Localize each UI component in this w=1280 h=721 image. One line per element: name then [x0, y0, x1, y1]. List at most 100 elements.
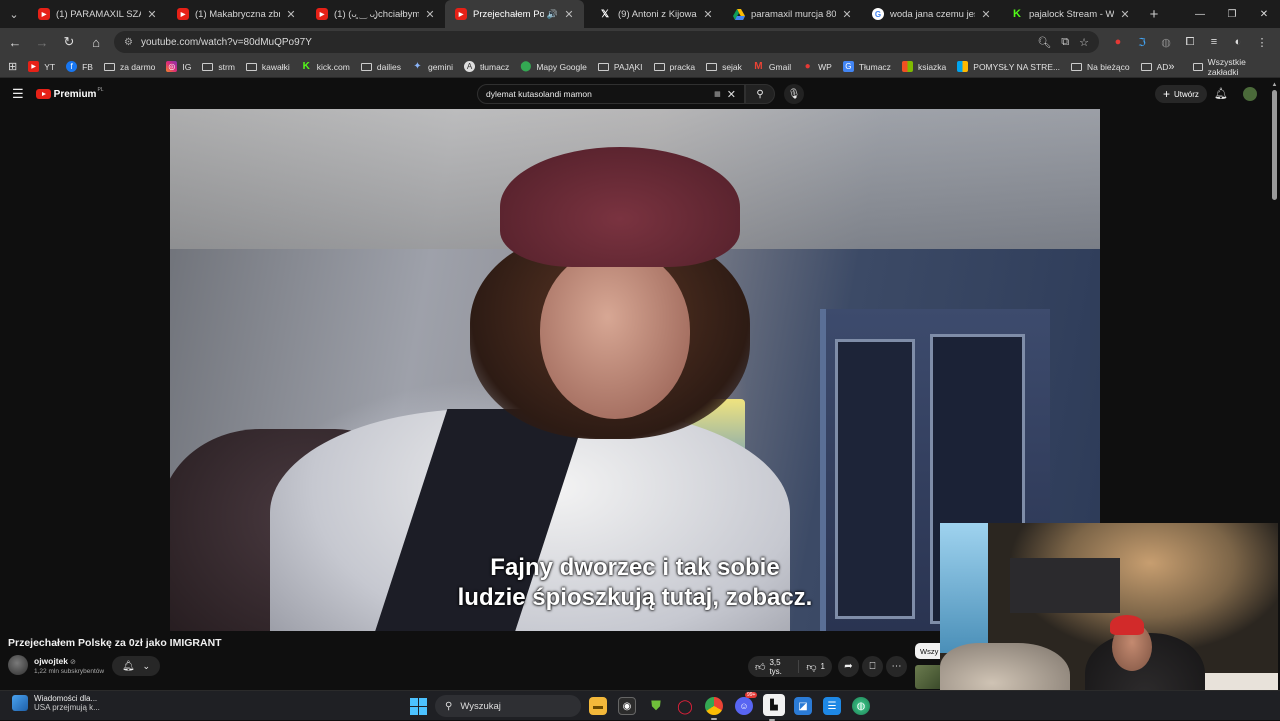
- scroll-up-arrow-icon[interactable]: ▲: [1271, 82, 1278, 88]
- bookmark-pracka[interactable]: pracka: [653, 62, 695, 72]
- record-extension-icon[interactable]: ●: [1111, 35, 1125, 49]
- extensions-puzzle-icon[interactable]: ⧠: [1183, 35, 1197, 49]
- tab-6[interactable]: paramaxil murcja 80%.mp ✕: [723, 0, 862, 28]
- apps-grid-icon[interactable]: ⊞: [8, 60, 17, 73]
- voice-search-mic-icon[interactable]: 🎙︎: [784, 84, 804, 104]
- bookmark-star-icon[interactable]: ☆: [1079, 36, 1089, 49]
- bookmark-kick[interactable]: Kkick.com: [301, 61, 350, 72]
- active-window-icon[interactable]: ▙: [763, 694, 785, 721]
- more-bookmarks-chevron-icon[interactable]: »: [1168, 61, 1174, 73]
- youtube-premium-logo[interactable]: Premium PL: [35, 87, 104, 100]
- minimize-icon[interactable]: —: [1184, 9, 1216, 20]
- tab-search-chevron-icon[interactable]: ⌄: [0, 0, 28, 28]
- browser-menu-icon[interactable]: ⋮: [1255, 35, 1269, 49]
- tab-2[interactable]: ▶ (1) Makabryczna zbrodnia ✕: [167, 0, 306, 28]
- translate-extension-icon[interactable]: ℑ: [1135, 35, 1149, 49]
- bookmark-za-darmo[interactable]: za darmo: [103, 62, 155, 72]
- bookmark-yt[interactable]: ▶ YT: [28, 61, 55, 72]
- cast-icon[interactable]: ⧉: [1061, 36, 1069, 49]
- bookmark-fb[interactable]: f FB: [66, 61, 93, 72]
- bookmark-ad[interactable]: AD: [1140, 62, 1168, 72]
- bookmark-kawalki[interactable]: kawałki: [245, 62, 290, 72]
- bookmark-ig[interactable]: ◎ IG: [166, 61, 191, 72]
- shield-app-icon[interactable]: ⛊: [647, 697, 665, 715]
- bookmark-label: ksiazka: [917, 61, 947, 72]
- news-widget[interactable]: Wiadomości dla... USA przejmują k...: [12, 694, 100, 712]
- bookmark-strm[interactable]: strm: [202, 62, 235, 72]
- notifications-bell-icon[interactable]: 🔔︎: [1214, 87, 1228, 100]
- more-actions-button[interactable]: ⋯: [886, 656, 907, 677]
- home-icon[interactable]: ⌂: [84, 30, 108, 54]
- tab-close-icon[interactable]: ✕: [423, 8, 437, 21]
- reload-icon[interactable]: ↻: [57, 30, 81, 54]
- obs-icon[interactable]: ◉: [618, 697, 636, 715]
- news-headline: USA przejmują k...: [34, 703, 100, 712]
- bookmark-wp[interactable]: ● WP: [802, 61, 832, 72]
- tab-7[interactable]: G woda jana czemu jest taka ✕: [862, 0, 1001, 28]
- chrome-icon[interactable]: [705, 697, 723, 720]
- site-info-icon[interactable]: ⚙: [124, 37, 133, 48]
- file-explorer-icon[interactable]: ▬: [589, 697, 607, 715]
- tab-active-video[interactable]: ▶ Przejechałem Polskę z 🔊 ✕: [445, 0, 584, 28]
- discord-icon[interactable]: ☺: [735, 697, 753, 715]
- profile-avatar-icon[interactable]: ◐: [1231, 35, 1245, 49]
- hamburger-menu-icon[interactable]: ☰: [12, 86, 24, 102]
- share-button[interactable]: ➦: [838, 656, 859, 677]
- audio-playing-icon[interactable]: 🔊: [547, 9, 558, 20]
- back-arrow-icon[interactable]: ←: [3, 30, 27, 54]
- tab-close-icon[interactable]: ✕: [979, 8, 993, 21]
- bookmark-tlumacz-2[interactable]: G Tłumacz: [842, 61, 891, 72]
- tab-close-icon[interactable]: ✕: [562, 8, 576, 21]
- media-controls-icon[interactable]: ≡: [1207, 35, 1221, 49]
- bookmark-gemini[interactable]: ✦ gemini: [412, 61, 453, 72]
- bookmark-gmail[interactable]: M Gmail: [753, 61, 791, 72]
- filter-chip-all[interactable]: Wszy: [915, 643, 943, 659]
- tab-close-icon[interactable]: ✕: [840, 8, 854, 21]
- bookmark-pajaki[interactable]: PAJĄKI: [597, 62, 643, 72]
- tab-1[interactable]: ▶ (1) PARAMAXIL SZALOM | ✕: [28, 0, 167, 28]
- subscription-notifications-button[interactable]: 🔔︎ ⌄: [112, 656, 160, 676]
- address-bar[interactable]: ⚙ youtube.com/watch?v=80dMuQPo97Y 🔍︎ ⧉ ☆: [114, 31, 1099, 53]
- recommended-video-thumbnail[interactable]: [915, 665, 941, 689]
- windows-start-icon[interactable]: [410, 698, 427, 715]
- bookmark-sejak[interactable]: sejak: [706, 62, 742, 72]
- forward-arrow-icon[interactable]: →: [30, 30, 54, 54]
- keyboard-icon[interactable]: ▦: [714, 90, 721, 98]
- tab-3[interactable]: ▶ (1) (ᴗ͈ ‿ ᴗ͈)chciałbym ✕: [306, 0, 445, 28]
- clear-search-icon[interactable]: ✕: [727, 88, 736, 101]
- close-window-icon[interactable]: ✕: [1248, 9, 1280, 20]
- bookmark-tlumacz[interactable]: Atłumacz: [464, 61, 509, 72]
- bookmark-mapy[interactable]: ⬤ Mapy Google: [520, 61, 587, 72]
- photos-icon[interactable]: ◪: [794, 697, 812, 715]
- bookmark-pomysly[interactable]: POMYSŁY NA STRE...: [957, 61, 1060, 72]
- globe-app-icon[interactable]: ◍: [852, 697, 870, 715]
- opera-icon[interactable]: ◯: [676, 697, 694, 715]
- new-tab-button[interactable]: +: [1140, 6, 1168, 23]
- taskbar-search-box[interactable]: ⚲ Wyszukaj: [435, 695, 581, 717]
- tab-5[interactable]: 𝕏 (9) Antoni z Kijowa w serw ✕: [584, 0, 723, 28]
- tab-8[interactable]: K pajalock Stream - Watch ✕: [1001, 0, 1140, 28]
- zoom-search-icon[interactable]: 🔍︎: [1037, 36, 1051, 49]
- create-button[interactable]: + Utwórz: [1155, 85, 1207, 103]
- dislike-button[interactable]: 👎︎ 1: [799, 661, 832, 673]
- save-button[interactable]: ⎕: [862, 656, 883, 677]
- channel-avatar[interactable]: [8, 655, 28, 675]
- folder-icon: [1192, 62, 1203, 71]
- account-avatar[interactable]: [1243, 87, 1257, 101]
- search-button[interactable]: ⚲: [745, 84, 775, 104]
- tab-close-icon[interactable]: ✕: [701, 8, 715, 21]
- channel-name-link[interactable]: ojwojtek ⊘: [34, 656, 76, 666]
- like-button[interactable]: 👍︎ 3,5 tys.: [748, 658, 800, 676]
- bookmark-ksiazka[interactable]: ksiazka: [901, 61, 947, 72]
- restore-icon[interactable]: ❐: [1216, 9, 1248, 20]
- tab-close-icon[interactable]: ✕: [145, 8, 159, 21]
- tab-close-icon[interactable]: ✕: [1118, 8, 1132, 21]
- bookmark-dailies[interactable]: dailies: [360, 62, 401, 72]
- shield-extension-icon[interactable]: ◍: [1159, 35, 1173, 49]
- tab-close-icon[interactable]: ✕: [284, 8, 298, 21]
- all-bookmarks-button[interactable]: Wszystkie zakładki: [1208, 57, 1272, 77]
- youtube-search-input[interactable]: dylemat kutasolandi mamon ▦ ✕: [477, 84, 745, 104]
- notepad-icon[interactable]: ☰: [823, 697, 841, 715]
- scrollbar-thumb[interactable]: [1272, 90, 1277, 200]
- bookmark-na-biezaco[interactable]: Na bieżąco: [1071, 62, 1130, 72]
